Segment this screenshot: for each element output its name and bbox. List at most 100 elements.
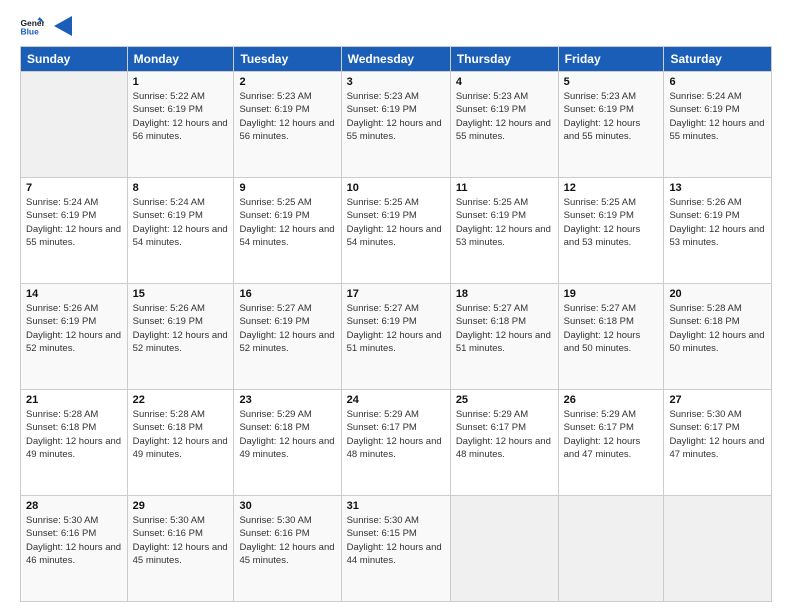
calendar-cell: 15 Sunrise: 5:26 AM Sunset: 6:19 PM Dayl… xyxy=(127,284,234,390)
day-number: 19 xyxy=(564,288,659,300)
day-info: Sunrise: 5:25 AM Sunset: 6:19 PM Dayligh… xyxy=(456,196,553,249)
day-number: 13 xyxy=(669,182,766,194)
calendar-cell: 20 Sunrise: 5:28 AM Sunset: 6:18 PM Dayl… xyxy=(664,284,772,390)
weekday-header-friday: Friday xyxy=(558,47,664,72)
day-info: Sunrise: 5:27 AM Sunset: 6:18 PM Dayligh… xyxy=(456,302,553,355)
logo-icon: General Blue xyxy=(20,17,44,37)
day-number: 28 xyxy=(26,500,122,512)
day-number: 9 xyxy=(239,182,335,194)
calendar-cell: 29 Sunrise: 5:30 AM Sunset: 6:16 PM Dayl… xyxy=(127,496,234,602)
day-number: 7 xyxy=(26,182,122,194)
week-row-2: 7 Sunrise: 5:24 AM Sunset: 6:19 PM Dayli… xyxy=(21,178,772,284)
day-info: Sunrise: 5:29 AM Sunset: 6:17 PM Dayligh… xyxy=(564,408,659,461)
day-info: Sunrise: 5:30 AM Sunset: 6:17 PM Dayligh… xyxy=(669,408,766,461)
day-info: Sunrise: 5:26 AM Sunset: 6:19 PM Dayligh… xyxy=(669,196,766,249)
day-info: Sunrise: 5:24 AM Sunset: 6:19 PM Dayligh… xyxy=(669,90,766,143)
day-number: 1 xyxy=(133,76,229,88)
calendar-cell: 16 Sunrise: 5:27 AM Sunset: 6:19 PM Dayl… xyxy=(234,284,341,390)
calendar-body: 1 Sunrise: 5:22 AM Sunset: 6:19 PM Dayli… xyxy=(21,72,772,602)
day-info: Sunrise: 5:23 AM Sunset: 6:19 PM Dayligh… xyxy=(239,90,335,143)
calendar-cell: 28 Sunrise: 5:30 AM Sunset: 6:16 PM Dayl… xyxy=(21,496,128,602)
weekday-header-row: SundayMondayTuesdayWednesdayThursdayFrid… xyxy=(21,47,772,72)
day-number: 15 xyxy=(133,288,229,300)
day-info: Sunrise: 5:25 AM Sunset: 6:19 PM Dayligh… xyxy=(347,196,445,249)
day-number: 20 xyxy=(669,288,766,300)
calendar-cell: 4 Sunrise: 5:23 AM Sunset: 6:19 PM Dayli… xyxy=(450,72,558,178)
calendar-cell: 18 Sunrise: 5:27 AM Sunset: 6:18 PM Dayl… xyxy=(450,284,558,390)
week-row-1: 1 Sunrise: 5:22 AM Sunset: 6:19 PM Dayli… xyxy=(21,72,772,178)
day-info: Sunrise: 5:24 AM Sunset: 6:19 PM Dayligh… xyxy=(133,196,229,249)
calendar-cell: 8 Sunrise: 5:24 AM Sunset: 6:19 PM Dayli… xyxy=(127,178,234,284)
day-info: Sunrise: 5:30 AM Sunset: 6:15 PM Dayligh… xyxy=(347,514,445,567)
calendar-cell: 12 Sunrise: 5:25 AM Sunset: 6:19 PM Dayl… xyxy=(558,178,664,284)
calendar-cell xyxy=(450,496,558,602)
weekday-header-saturday: Saturday xyxy=(664,47,772,72)
day-info: Sunrise: 5:29 AM Sunset: 6:17 PM Dayligh… xyxy=(456,408,553,461)
calendar-cell: 14 Sunrise: 5:26 AM Sunset: 6:19 PM Dayl… xyxy=(21,284,128,390)
calendar-cell: 30 Sunrise: 5:30 AM Sunset: 6:16 PM Dayl… xyxy=(234,496,341,602)
day-info: Sunrise: 5:26 AM Sunset: 6:19 PM Dayligh… xyxy=(26,302,122,355)
day-info: Sunrise: 5:24 AM Sunset: 6:19 PM Dayligh… xyxy=(26,196,122,249)
day-info: Sunrise: 5:30 AM Sunset: 6:16 PM Dayligh… xyxy=(239,514,335,567)
weekday-header-monday: Monday xyxy=(127,47,234,72)
week-row-4: 21 Sunrise: 5:28 AM Sunset: 6:18 PM Dayl… xyxy=(21,390,772,496)
weekday-header-sunday: Sunday xyxy=(21,47,128,72)
day-info: Sunrise: 5:29 AM Sunset: 6:18 PM Dayligh… xyxy=(239,408,335,461)
calendar-cell: 31 Sunrise: 5:30 AM Sunset: 6:15 PM Dayl… xyxy=(341,496,450,602)
calendar-cell: 13 Sunrise: 5:26 AM Sunset: 6:19 PM Dayl… xyxy=(664,178,772,284)
day-info: Sunrise: 5:28 AM Sunset: 6:18 PM Dayligh… xyxy=(133,408,229,461)
calendar-cell: 27 Sunrise: 5:30 AM Sunset: 6:17 PM Dayl… xyxy=(664,390,772,496)
calendar-cell: 6 Sunrise: 5:24 AM Sunset: 6:19 PM Dayli… xyxy=(664,72,772,178)
calendar-cell: 25 Sunrise: 5:29 AM Sunset: 6:17 PM Dayl… xyxy=(450,390,558,496)
day-number: 14 xyxy=(26,288,122,300)
calendar-cell: 22 Sunrise: 5:28 AM Sunset: 6:18 PM Dayl… xyxy=(127,390,234,496)
calendar-cell: 5 Sunrise: 5:23 AM Sunset: 6:19 PM Dayli… xyxy=(558,72,664,178)
day-number: 18 xyxy=(456,288,553,300)
day-info: Sunrise: 5:25 AM Sunset: 6:19 PM Dayligh… xyxy=(564,196,659,249)
calendar-cell: 3 Sunrise: 5:23 AM Sunset: 6:19 PM Dayli… xyxy=(341,72,450,178)
calendar-cell: 11 Sunrise: 5:25 AM Sunset: 6:19 PM Dayl… xyxy=(450,178,558,284)
day-info: Sunrise: 5:26 AM Sunset: 6:19 PM Dayligh… xyxy=(133,302,229,355)
week-row-3: 14 Sunrise: 5:26 AM Sunset: 6:19 PM Dayl… xyxy=(21,284,772,390)
day-info: Sunrise: 5:28 AM Sunset: 6:18 PM Dayligh… xyxy=(26,408,122,461)
day-number: 8 xyxy=(133,182,229,194)
day-number: 11 xyxy=(456,182,553,194)
calendar-cell: 24 Sunrise: 5:29 AM Sunset: 6:17 PM Dayl… xyxy=(341,390,450,496)
weekday-header-tuesday: Tuesday xyxy=(234,47,341,72)
calendar-cell: 7 Sunrise: 5:24 AM Sunset: 6:19 PM Dayli… xyxy=(21,178,128,284)
day-number: 17 xyxy=(347,288,445,300)
logo-arrow-icon xyxy=(54,16,72,36)
calendar-cell: 1 Sunrise: 5:22 AM Sunset: 6:19 PM Dayli… xyxy=(127,72,234,178)
calendar-cell: 10 Sunrise: 5:25 AM Sunset: 6:19 PM Dayl… xyxy=(341,178,450,284)
day-number: 3 xyxy=(347,76,445,88)
day-info: Sunrise: 5:30 AM Sunset: 6:16 PM Dayligh… xyxy=(133,514,229,567)
day-number: 29 xyxy=(133,500,229,512)
logo: General Blue xyxy=(20,16,72,38)
calendar-table: SundayMondayTuesdayWednesdayThursdayFrid… xyxy=(20,46,772,602)
calendar-cell xyxy=(664,496,772,602)
day-number: 5 xyxy=(564,76,659,88)
day-info: Sunrise: 5:23 AM Sunset: 6:19 PM Dayligh… xyxy=(564,90,659,143)
day-number: 23 xyxy=(239,394,335,406)
day-info: Sunrise: 5:30 AM Sunset: 6:16 PM Dayligh… xyxy=(26,514,122,567)
calendar-cell xyxy=(558,496,664,602)
day-number: 31 xyxy=(347,500,445,512)
week-row-5: 28 Sunrise: 5:30 AM Sunset: 6:16 PM Dayl… xyxy=(21,496,772,602)
day-number: 22 xyxy=(133,394,229,406)
calendar-cell: 23 Sunrise: 5:29 AM Sunset: 6:18 PM Dayl… xyxy=(234,390,341,496)
svg-text:Blue: Blue xyxy=(20,27,39,37)
day-number: 24 xyxy=(347,394,445,406)
day-number: 30 xyxy=(239,500,335,512)
day-info: Sunrise: 5:22 AM Sunset: 6:19 PM Dayligh… xyxy=(133,90,229,143)
day-number: 27 xyxy=(669,394,766,406)
day-number: 26 xyxy=(564,394,659,406)
day-number: 16 xyxy=(239,288,335,300)
page-header: General Blue xyxy=(20,16,772,38)
day-info: Sunrise: 5:28 AM Sunset: 6:18 PM Dayligh… xyxy=(669,302,766,355)
weekday-header-thursday: Thursday xyxy=(450,47,558,72)
day-info: Sunrise: 5:25 AM Sunset: 6:19 PM Dayligh… xyxy=(239,196,335,249)
day-number: 2 xyxy=(239,76,335,88)
day-info: Sunrise: 5:29 AM Sunset: 6:17 PM Dayligh… xyxy=(347,408,445,461)
calendar-cell: 17 Sunrise: 5:27 AM Sunset: 6:19 PM Dayl… xyxy=(341,284,450,390)
weekday-header-wednesday: Wednesday xyxy=(341,47,450,72)
